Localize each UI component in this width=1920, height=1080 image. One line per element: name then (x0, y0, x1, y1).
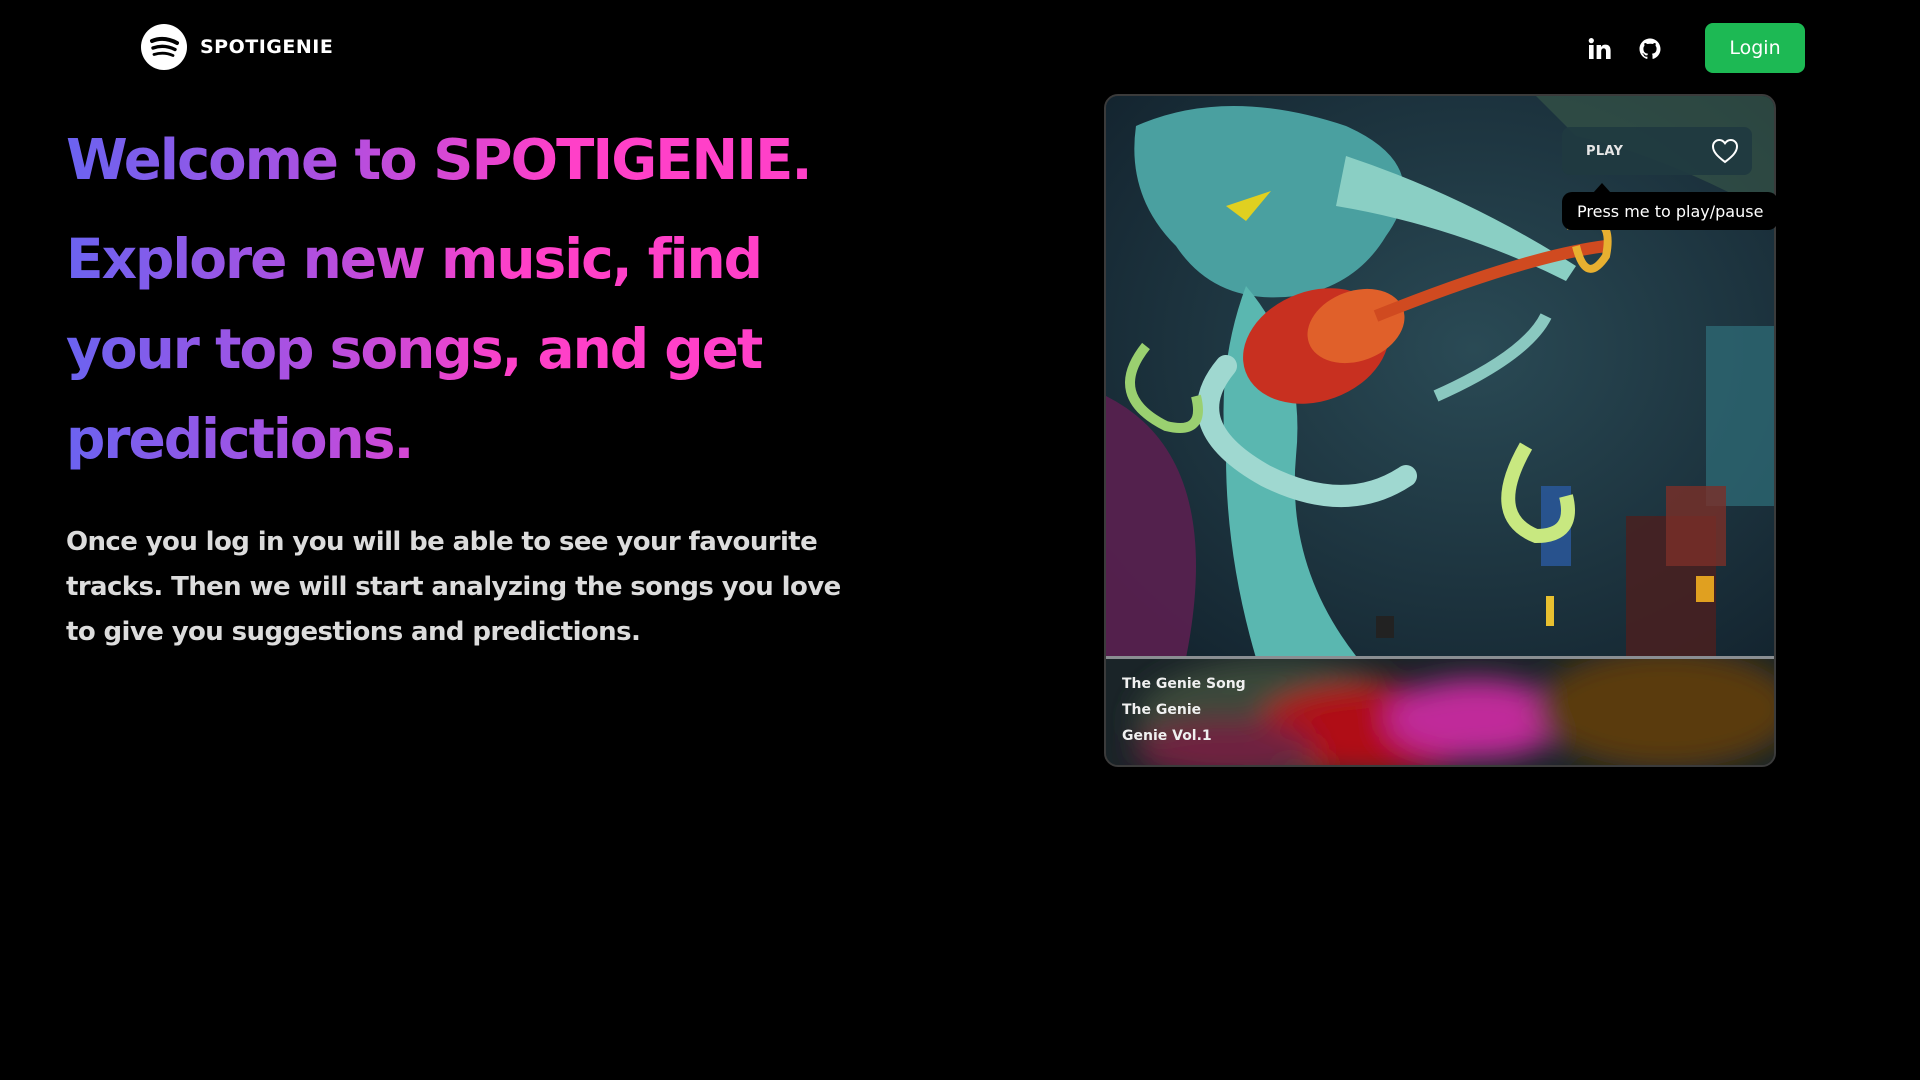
album-artwork (1106, 96, 1774, 658)
hero-section: Welcome to SPOTIGENIE. Explore new music… (66, 118, 966, 655)
play-button[interactable]: PLAY (1562, 127, 1752, 175)
artwork-painting (1106, 96, 1774, 658)
hero-description: Once you log in you will be able to see … (66, 527, 841, 647)
tagline-heading: Explore new music, find your top songs, … (66, 214, 886, 484)
welcome-heading: Welcome to SPOTIGENIE. (66, 118, 966, 204)
linkedin-link[interactable] (1585, 34, 1615, 64)
brand[interactable]: SPOTIGENIE (141, 24, 333, 70)
track-artist: The Genie (1122, 702, 1202, 718)
github-icon (1639, 38, 1661, 59)
track-title: The Genie Song (1122, 676, 1246, 692)
brand-name: SPOTIGENIE (200, 36, 334, 58)
track-info: The Genie Song The Genie Genie Vol.1 (1106, 659, 1774, 765)
play-tooltip: Press me to play/pause (1562, 192, 1779, 230)
linkedin-icon (1588, 38, 1611, 59)
login-button[interactable]: Login (1705, 23, 1805, 73)
play-label: PLAY (1586, 143, 1624, 159)
spotify-logo-icon (141, 24, 187, 70)
heart-icon[interactable] (1710, 136, 1740, 166)
top-nav: SPOTIGENIE Login (0, 0, 1920, 96)
github-link[interactable] (1635, 34, 1665, 64)
track-album: Genie Vol.1 (1122, 728, 1212, 744)
